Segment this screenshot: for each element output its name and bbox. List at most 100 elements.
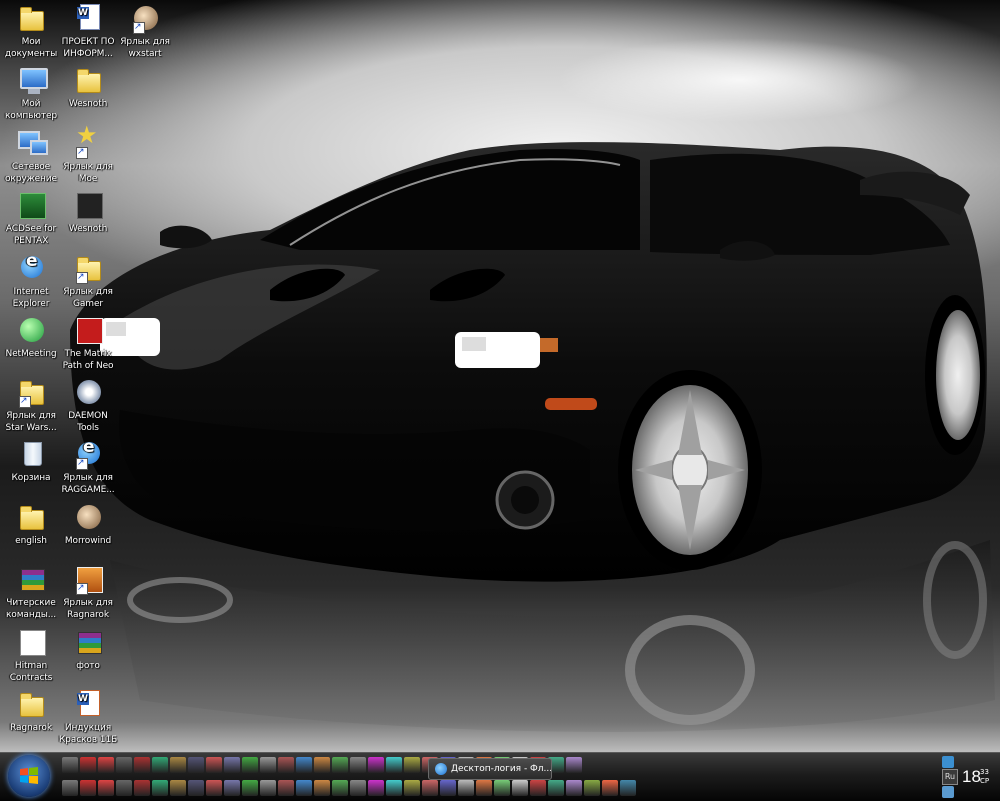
desktop-icon-network[interactable]: Сетевое окружение [0, 127, 62, 185]
app-icon[interactable] [566, 780, 582, 796]
app-icon[interactable] [314, 757, 330, 773]
app-icon[interactable] [242, 780, 258, 796]
desktop-icon-ragnarok-folder[interactable]: Ragnarok [0, 688, 62, 734]
app-icon[interactable] [224, 757, 240, 773]
desktop-icon-label: Мои документы [4, 37, 58, 59]
app-icon[interactable] [206, 780, 222, 796]
desktop-icon-internet-explorer[interactable]: Internet Explorer [0, 252, 62, 310]
app-icon[interactable] [404, 780, 420, 796]
desktop-icon-recycle-bin[interactable]: Корзина [0, 438, 62, 484]
css-icon[interactable] [62, 757, 78, 773]
desktop-icon-english[interactable]: english [0, 501, 62, 547]
desktop-icon-label: The Matrix Path of Neo [62, 349, 114, 371]
desktop-icon-project-doc[interactable]: ПРОЕКТ ПО ИНФОРМ... [57, 2, 119, 60]
desktop-icon-wxstart[interactable]: Ярлык для wxstart [114, 2, 176, 60]
clock-hour[interactable]: 18 [962, 767, 981, 787]
app-icon[interactable] [224, 780, 240, 796]
app-icon[interactable] [620, 780, 636, 796]
app-icon[interactable] [152, 780, 168, 796]
app-icon[interactable] [170, 757, 186, 773]
windows-logo-icon [20, 767, 38, 784]
app-icon[interactable] [512, 780, 528, 796]
word-document-icon [72, 2, 104, 34]
taskbar-window-button[interactable]: Десктоп-логия - Фл... [428, 758, 552, 780]
desktop-icon-netmeeting[interactable]: NetMeeting [0, 314, 62, 360]
network-icon [15, 127, 48, 159]
app-icon[interactable] [278, 780, 294, 796]
desktop-icon-ragnarok-shortcut[interactable]: Ярлык для Ragnarok [57, 563, 119, 621]
app-icon[interactable] [260, 757, 276, 773]
app-icon[interactable] [350, 780, 366, 796]
app-icon[interactable] [188, 757, 204, 773]
desktop-icon-wesnoth-game[interactable]: Wesnoth [57, 189, 119, 235]
app-icon[interactable] [602, 780, 618, 796]
app-icon[interactable] [116, 780, 132, 796]
desktop-icon-induction-doc[interactable]: Индукция Красков 11Б [57, 688, 119, 746]
app-icon[interactable] [530, 780, 546, 796]
desktop-icon-gamer-shortcut[interactable]: Ярлык для Gamer [57, 252, 119, 310]
app-icon[interactable] [494, 780, 510, 796]
app-icon[interactable] [350, 757, 366, 773]
desktop-icon-label: Мой компьютер [4, 99, 58, 121]
desktop-icon-photo[interactable]: фото [57, 626, 119, 672]
app-icon[interactable] [404, 757, 420, 773]
app-icon[interactable] [548, 780, 564, 796]
desktop-icon-label: Wesnoth [68, 224, 108, 234]
monitor-tray-icon[interactable] [942, 786, 954, 798]
2-icon[interactable] [98, 757, 114, 773]
app-icon[interactable] [206, 757, 222, 773]
desktop-icon-daemon-tools[interactable]: DAEMON Tools [57, 376, 119, 434]
app-icon[interactable] [62, 780, 78, 796]
app-icon[interactable] [476, 780, 492, 796]
app-icon[interactable] [332, 780, 348, 796]
app-icon[interactable] [134, 780, 150, 796]
app-icon[interactable] [278, 757, 294, 773]
app-icon[interactable] [260, 780, 276, 796]
desktop-icon-my-computer[interactable]: Мой компьютер [0, 64, 62, 122]
desktop-icon-morrowind[interactable]: Morrowind [57, 501, 119, 547]
desktop-icon-label: ПРОЕКТ ПО ИНФОРМ... [61, 37, 115, 59]
start-button[interactable] [8, 755, 50, 797]
desktop-icon-cheat-commands[interactable]: Читерские команды... [0, 563, 62, 621]
desktop-icon-label: NetMeeting [5, 349, 57, 359]
app-icon[interactable] [296, 780, 312, 796]
app-icon[interactable] [386, 757, 402, 773]
app-icon[interactable] [296, 757, 312, 773]
clock-day[interactable]: СР [980, 777, 989, 785]
app-icon[interactable] [170, 780, 186, 796]
app-icon[interactable] [368, 780, 384, 796]
desktop-icon-star-wars[interactable]: Ярлык для Star Wars... [0, 376, 62, 434]
2-icon[interactable] [80, 757, 96, 773]
app-icon[interactable] [152, 757, 168, 773]
app-icon[interactable] [188, 780, 204, 796]
app-icon[interactable] [566, 757, 582, 773]
app-icon[interactable] [368, 757, 384, 773]
winrar-icon [72, 626, 104, 658]
network-tray-icon[interactable] [942, 756, 954, 768]
app-icon[interactable] [314, 780, 330, 796]
app-icon[interactable] [116, 757, 132, 773]
app-icon[interactable] [98, 780, 114, 796]
app-icon[interactable] [458, 780, 474, 796]
app-icon[interactable] [584, 780, 600, 796]
desktop-icon-label: ACDSee for PENTAX [5, 224, 57, 246]
ie-icon[interactable] [80, 780, 96, 796]
desktop-icon-matrix[interactable]: The Matrix Path of Neo [57, 314, 119, 372]
language-indicator[interactable]: Ru [942, 769, 958, 785]
desktop-icon-acdsee[interactable]: ACDSee for PENTAX [0, 189, 62, 247]
app-icon[interactable] [242, 757, 258, 773]
desktop-icon-moe-shortcut[interactable]: Ярлык для Мое [57, 127, 119, 185]
app-icon[interactable] [440, 780, 456, 796]
desktop-icon-my-documents[interactable]: Мои документы [0, 2, 62, 60]
desktop-icon-wesnoth-folder[interactable]: Wesnoth [57, 64, 119, 110]
app-icon[interactable] [332, 757, 348, 773]
clock-minutes[interactable]: 33 [980, 768, 989, 776]
app-icon[interactable] [134, 757, 150, 773]
desktop-icon-raggame[interactable]: Ярлык для RAGGAME... [57, 438, 119, 496]
netmeeting-icon [15, 314, 47, 346]
desktop-icon-hitman[interactable]: Hitman Contracts [0, 626, 62, 684]
taskbar-window-title: Десктоп-логия - Фл... [451, 764, 552, 774]
app-icon[interactable] [386, 780, 402, 796]
app-icon[interactable] [422, 780, 438, 796]
desktop[interactable]: Мои документы Мой компьютер Сетевое окру… [0, 0, 1000, 752]
